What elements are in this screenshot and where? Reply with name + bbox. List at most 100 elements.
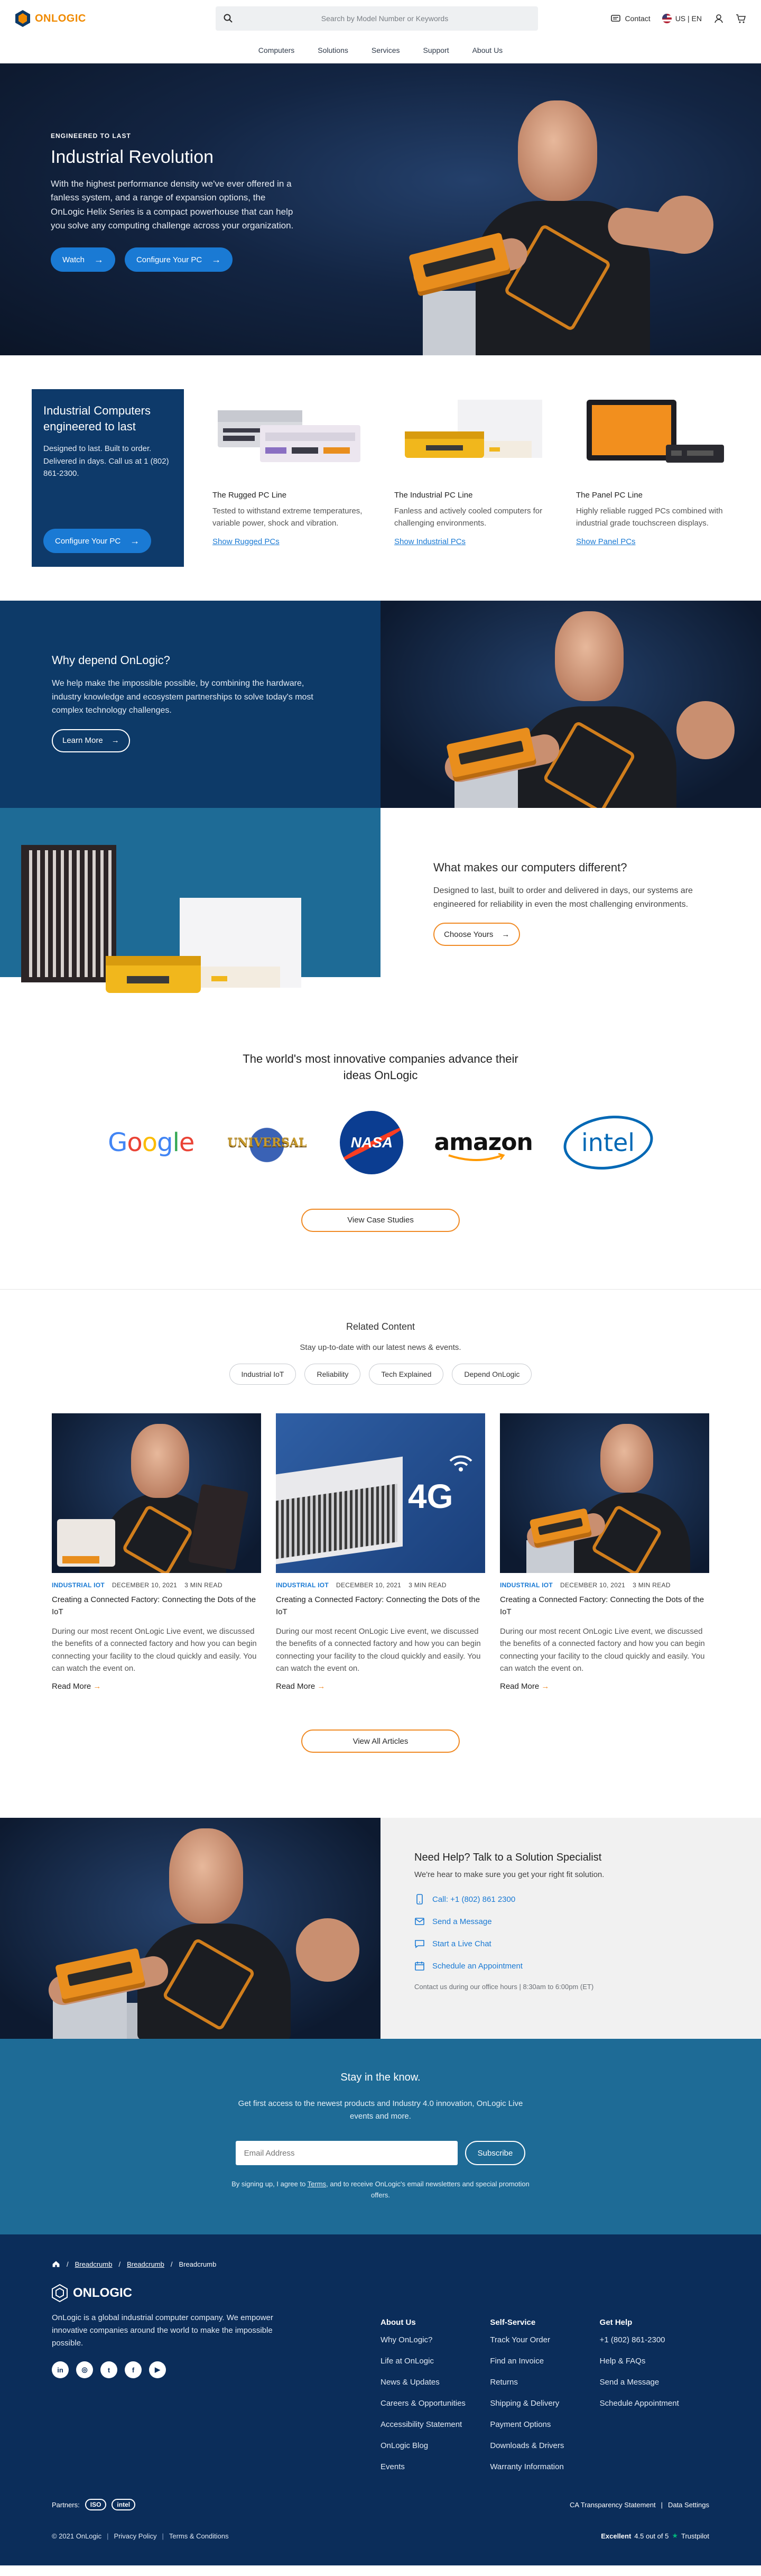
terms-link[interactable]: Terms xyxy=(308,2180,326,2188)
article-title: Creating a Connected Factory: Connecting… xyxy=(52,1595,256,1616)
footer-link[interactable]: Careers & Opportunities xyxy=(380,2399,490,2408)
footer-link[interactable]: Returns xyxy=(490,2378,599,2387)
locale-selector[interactable]: US | EN xyxy=(662,14,702,23)
footer-link[interactable]: Events xyxy=(380,2462,490,2471)
footer-link[interactable]: +1 (802) 861-2300 xyxy=(600,2335,709,2344)
email-field[interactable] xyxy=(235,2141,458,2165)
chip-tech-explained[interactable]: Tech Explained xyxy=(369,1364,444,1385)
footer-link[interactable]: Help & FAQs xyxy=(600,2357,709,2366)
breadcrumb-item[interactable]: Breadcrumb xyxy=(127,2260,164,2268)
learn-more-button[interactable]: Learn More → xyxy=(52,729,130,752)
hero-content: ENGINEERED TO LAST Industrial Revolution… xyxy=(51,132,299,272)
home-icon[interactable] xyxy=(52,2260,60,2268)
nav-about-us[interactable]: About Us xyxy=(472,46,503,54)
product-lines: Industrial Computers engineered to last … xyxy=(0,355,761,601)
footer-link[interactable]: Schedule Appointment xyxy=(600,2399,709,2408)
instagram-icon[interactable]: ◎ xyxy=(76,2361,93,2378)
view-all-articles-button[interactable]: View All Articles xyxy=(301,1729,460,1753)
customer-logos: The world's most innovative companies ad… xyxy=(0,1019,761,1289)
footer-link[interactable]: News & Updates xyxy=(380,2378,490,2387)
linkedin-icon[interactable]: in xyxy=(52,2361,69,2378)
chip-industrial-iot[interactable]: Industrial IoT xyxy=(229,1364,296,1385)
nav-support[interactable]: Support xyxy=(423,46,449,54)
search-input[interactable] xyxy=(239,14,531,23)
intel-badge: intel xyxy=(112,2499,136,2510)
show-industrial-link[interactable]: Show Industrial PCs xyxy=(394,537,466,546)
chip-depend-onlogic[interactable]: Depend OnLogic xyxy=(452,1364,532,1385)
hero-title: Industrial Revolution xyxy=(51,147,214,167)
watch-button[interactable]: Watch → xyxy=(51,247,115,272)
newsletter-section: Stay in the know. Get first access to th… xyxy=(0,2039,761,2234)
facebook-icon[interactable]: f xyxy=(125,2361,142,2378)
star-icon: ★ xyxy=(672,2532,679,2540)
4g-badge: 4G xyxy=(408,1477,453,1515)
footer-link[interactable]: Payment Options xyxy=(490,2420,599,2429)
article-card[interactable]: INDUSTRIAL IOT DECEMBER 10, 2021 3 MIN R… xyxy=(500,1413,709,1691)
subscribe-button[interactable]: Subscribe xyxy=(465,2141,526,2165)
nav-services[interactable]: Services xyxy=(372,46,400,54)
choose-yours-button[interactable]: Choose Yours → xyxy=(433,923,521,946)
show-panel-link[interactable]: Show Panel PCs xyxy=(576,537,636,546)
mail-icon xyxy=(415,1918,424,1925)
trustpilot-rating[interactable]: Excellent 4.5 out of 5 ★ Trustpilot xyxy=(601,2532,709,2540)
nav-solutions[interactable]: Solutions xyxy=(318,46,348,54)
chip-reliability[interactable]: Reliability xyxy=(304,1364,361,1385)
article-card[interactable]: 4G INDUSTRIAL IOT DECEMBER 10, 2021 3 MI… xyxy=(276,1413,485,1691)
data-settings-link[interactable]: Data Settings xyxy=(668,2501,709,2509)
footer-link[interactable]: Life at OnLogic xyxy=(380,2357,490,2366)
send-message-label: Send a Message xyxy=(432,1917,492,1926)
twitter-icon[interactable]: t xyxy=(100,2361,117,2378)
arrow-right-icon: → xyxy=(211,254,221,265)
privacy-link[interactable]: Privacy Policy xyxy=(114,2532,157,2540)
youtube-icon[interactable]: ▶ xyxy=(149,2361,166,2378)
legal-links: CA Transparency Statement | Data Setting… xyxy=(570,2501,709,2509)
footer-link[interactable]: Shipping & Delivery xyxy=(490,2399,599,2408)
card-configure-button[interactable]: Configure Your PC → xyxy=(43,529,152,553)
read-more-label: Read More xyxy=(500,1682,540,1691)
footer-link[interactable]: Send a Message xyxy=(600,2378,709,2387)
product-name: The Industrial PC Line xyxy=(394,491,473,500)
contact-link[interactable]: Contact xyxy=(610,13,651,24)
arrow-right-icon: → xyxy=(541,1682,550,1691)
read-more-link[interactable]: Read More → xyxy=(276,1682,325,1691)
site-footer: / Breadcrumb / Breadcrumb / Breadcrumb O… xyxy=(0,2234,761,2565)
search-bar[interactable] xyxy=(216,6,538,31)
footer-link[interactable]: Track Your Order xyxy=(490,2335,599,2344)
footer-link[interactable]: Warranty Information xyxy=(490,2462,599,2471)
footer-link[interactable]: Find an Invoice xyxy=(490,2357,599,2366)
hero-body: With the highest performance density we'… xyxy=(51,179,294,231)
breadcrumb-item[interactable]: Breadcrumb xyxy=(75,2260,113,2268)
ca-transparency-link[interactable]: CA Transparency Statement xyxy=(570,2501,656,2509)
onlogic-logo-icon xyxy=(52,2284,68,2302)
computers-image xyxy=(0,808,380,1019)
view-case-studies-button[interactable]: View Case Studies xyxy=(301,1208,460,1232)
newsletter-form: Subscribe xyxy=(0,2141,761,2165)
article-card[interactable]: INDUSTRIAL IOT DECEMBER 10, 2021 3 MIN R… xyxy=(52,1413,261,1691)
nav-computers[interactable]: Computers xyxy=(258,46,294,54)
footer-link[interactable]: Downloads & Drivers xyxy=(490,2441,599,2450)
configure-pc-button[interactable]: Configure Your PC → xyxy=(124,247,233,272)
footer-logo[interactable]: ONLOGIC xyxy=(52,2284,380,2302)
cart-button[interactable] xyxy=(736,13,746,24)
read-more-link[interactable]: Read More → xyxy=(52,1682,101,1691)
article-read-time: 3 MIN READ xyxy=(409,1581,447,1589)
read-more-link[interactable]: Read More → xyxy=(500,1682,549,1691)
call-link[interactable]: Call: +1 (802) 861 2300 xyxy=(414,1894,761,1905)
hero-banner: ENGINEERED TO LAST Industrial Revolution… xyxy=(0,63,761,355)
schedule-appointment-link[interactable]: Schedule an Appointment xyxy=(414,1961,761,1971)
footer-link[interactable]: Why OnLogic? xyxy=(380,2335,490,2344)
panel-pc-image xyxy=(576,389,729,479)
logo[interactable]: ONLOGIC xyxy=(15,10,216,27)
logos-title: The world's most innovative companies ad… xyxy=(243,1052,518,1082)
terms-conditions-link[interactable]: Terms & Conditions xyxy=(169,2532,229,2540)
article-category: INDUSTRIAL IOT xyxy=(52,1581,105,1589)
footer-link[interactable]: Accessibility Statement xyxy=(380,2420,490,2429)
live-chat-link[interactable]: Start a Live Chat xyxy=(414,1938,761,1949)
show-rugged-link[interactable]: Show Rugged PCs xyxy=(212,537,280,546)
footer-link[interactable]: OnLogic Blog xyxy=(380,2441,490,2450)
account-button[interactable] xyxy=(713,13,724,24)
locale-label: US | EN xyxy=(675,14,702,23)
separator: | xyxy=(661,2500,663,2509)
send-message-link[interactable]: Send a Message xyxy=(414,1916,761,1927)
footer-col-help: Get Help +1 (802) 861-2300 Help & FAQs S… xyxy=(600,2284,709,2483)
